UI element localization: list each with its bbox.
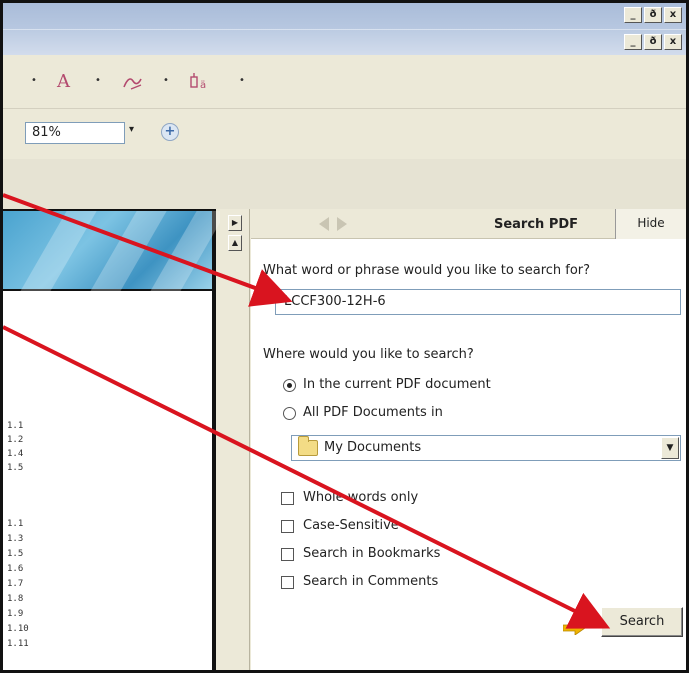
toc-number: 1.6: [7, 564, 24, 574]
toc-number: 1.9: [7, 609, 24, 619]
bookmarks-checkbox[interactable]: [281, 548, 294, 561]
search-pdf-panel: Search PDF Hide What word or phrase woul…: [251, 209, 686, 670]
toc-number: 1.7: [7, 579, 24, 589]
document-page: 1.1 1.2 1.4 1.5 1.1 1.3 1.5 1.6 1.7 1.8 …: [3, 209, 227, 670]
toc-number: 1.2: [7, 435, 24, 445]
toc-number: 1.5: [7, 463, 24, 473]
location-select[interactable]: My Documents ▼: [291, 435, 681, 461]
acrobat-window: _ ð x _ ð x • A • • ä • 81% ▾ + 1.1 1.2 …: [0, 0, 689, 673]
restore-button[interactable]: ð: [644, 7, 662, 23]
toc-number: 1.3: [7, 534, 24, 544]
expand-right-icon[interactable]: ▶: [228, 215, 242, 231]
pane-splitter[interactable]: ▶ ▲: [220, 209, 250, 670]
scroll-up-icon[interactable]: ▲: [228, 235, 242, 251]
bookmarks-label: Search in Bookmarks: [303, 546, 441, 561]
search-button[interactable]: Search: [601, 607, 683, 637]
comments-checkbox[interactable]: [281, 576, 294, 589]
toolbar-spacer: [3, 159, 686, 209]
header-stripe: [149, 211, 227, 293]
case-sensitive-label: Case-Sensitive: [303, 518, 399, 533]
search-arrow-icon: [563, 621, 585, 635]
document-title-bar: _ ð x: [3, 29, 686, 55]
all-documents-label: All PDF Documents in: [303, 405, 443, 420]
toc-number: 1.5: [7, 549, 24, 559]
window-controls: _ ð x: [624, 7, 686, 25]
document-window-controls: _ ð x: [624, 34, 686, 52]
dropdown-arrow[interactable]: •: [163, 75, 169, 86]
stamp-tool-icon[interactable]: ä: [187, 71, 213, 93]
forward-arrow-icon[interactable]: [337, 217, 347, 231]
dropdown-arrow[interactable]: •: [31, 75, 37, 86]
doc-minimize-button[interactable]: _: [624, 34, 642, 50]
search-panel-title: Search PDF: [493, 217, 579, 232]
header-stripe: [19, 211, 97, 293]
toolbar-tools: • A • • ä •: [3, 55, 686, 109]
toc-number: 1.1: [7, 519, 24, 529]
chevron-down-icon[interactable]: ▼: [661, 437, 679, 459]
whole-words-checkbox[interactable]: [281, 492, 294, 505]
zoom-input[interactable]: 81%: [25, 122, 125, 144]
comments-label: Search in Comments: [303, 574, 439, 589]
back-arrow-icon[interactable]: [319, 217, 329, 231]
toc-number: 1.8: [7, 594, 24, 604]
zoom-in-icon[interactable]: +: [161, 123, 179, 141]
doc-close-button[interactable]: x: [664, 34, 682, 50]
zoom-dropdown-icon[interactable]: ▾: [129, 124, 134, 135]
search-location-label: Where would you like to search?: [263, 347, 474, 362]
dropdown-arrow[interactable]: •: [95, 75, 101, 86]
search-panel-header: Search PDF Hide: [251, 209, 686, 239]
title-bar: _ ð x _ ð x: [3, 3, 686, 55]
search-input[interactable]: LCCF300-12H-6: [275, 289, 681, 315]
all-documents-radio[interactable]: [283, 407, 296, 420]
doc-restore-button[interactable]: ð: [644, 34, 662, 50]
search-phrase-label: What word or phrase would you like to se…: [263, 263, 591, 278]
toc-number: 1.11: [7, 639, 29, 649]
current-document-label: In the current PDF document: [303, 377, 491, 392]
toc-number: 1.10: [7, 624, 29, 634]
hide-button[interactable]: Hide: [615, 209, 686, 239]
svg-text:ä: ä: [200, 80, 206, 91]
text-tool-icon[interactable]: A: [57, 71, 70, 93]
case-sensitive-checkbox[interactable]: [281, 520, 294, 533]
toc-number: 1.1: [7, 421, 24, 431]
current-document-radio[interactable]: [283, 379, 296, 392]
dropdown-arrow[interactable]: •: [239, 75, 245, 86]
toc-number: 1.4: [7, 449, 24, 459]
location-select-value: My Documents: [324, 440, 422, 455]
signature-tool-icon[interactable]: [121, 71, 145, 93]
document-header-graphic: [3, 209, 227, 293]
whole-words-label: Whole words only: [303, 490, 419, 505]
close-button[interactable]: x: [664, 7, 682, 23]
minimize-button[interactable]: _: [624, 7, 642, 23]
folder-icon: [298, 436, 318, 456]
